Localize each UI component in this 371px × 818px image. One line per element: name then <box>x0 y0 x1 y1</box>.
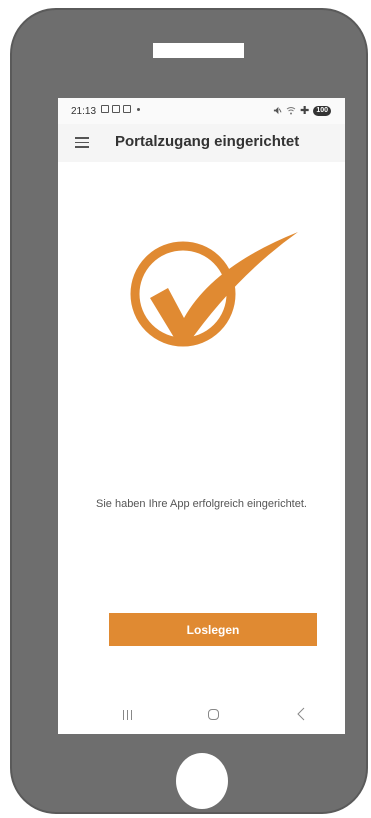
get-started-button[interactable]: Loslegen <box>109 613 317 646</box>
page-title: Portalzugang eingerichtet <box>115 133 300 150</box>
phone-home-button <box>176 753 228 809</box>
success-message: Sie haben Ihre App erfolgreich eingerich… <box>96 498 307 510</box>
success-checkmark <box>128 226 298 356</box>
screenshot-icon <box>101 105 109 113</box>
phone-speaker <box>153 43 244 58</box>
battery-indicator: 100 <box>313 105 331 116</box>
recents-icon[interactable] <box>123 710 132 720</box>
status-left-icons <box>101 105 140 113</box>
phone-frame: 21:13 ✚ 100 Portalzugang eingerichtet Si… <box>10 8 368 814</box>
mail-icon <box>123 105 131 113</box>
app-bar: Portalzugang eingerichtet <box>58 124 345 162</box>
plus-icon: ✚ <box>300 105 310 117</box>
system-nav-bar <box>58 698 345 734</box>
status-bar: 21:13 ✚ 100 <box>58 98 345 124</box>
back-icon[interactable] <box>296 707 306 721</box>
status-right-icons: ✚ 100 <box>273 104 331 117</box>
status-time: 21:13 <box>71 106 97 117</box>
gallery-icon <box>112 105 120 113</box>
checkmark-circle-icon <box>130 232 298 347</box>
home-icon[interactable] <box>208 709 219 720</box>
notification-dot-icon <box>137 107 140 111</box>
hamburger-menu-icon[interactable] <box>75 137 89 148</box>
device-screen: 21:13 ✚ 100 Portalzugang eingerichtet Si… <box>58 98 345 734</box>
wifi-icon <box>286 107 296 115</box>
mute-icon <box>273 106 282 115</box>
